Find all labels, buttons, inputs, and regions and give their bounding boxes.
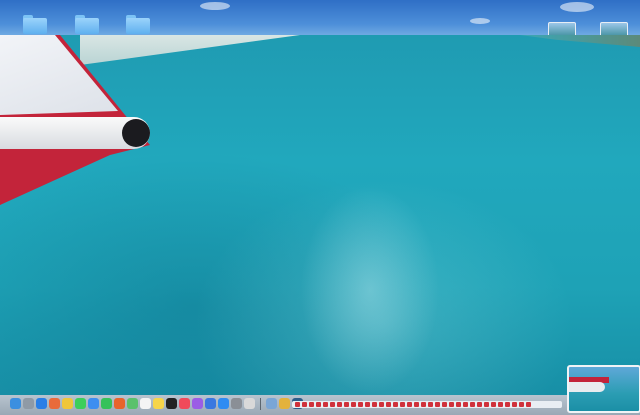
minimized-window-tick[interactable]: [295, 402, 300, 407]
maps-icon[interactable]: [127, 398, 138, 409]
minimized-window-tick[interactable]: [428, 402, 433, 407]
minimized-window-tick[interactable]: [372, 402, 377, 407]
minimized-window-tick[interactable]: [337, 402, 342, 407]
minimized-window-tick[interactable]: [386, 402, 391, 407]
minimized-window-tick[interactable]: [309, 402, 314, 407]
trash-icon[interactable]: [244, 398, 255, 409]
dock-apps: [10, 398, 303, 410]
sand-beach: [80, 35, 300, 65]
folder-body: [75, 18, 99, 34]
messages-icon[interactable]: [75, 398, 86, 409]
minimized-window-tick[interactable]: [491, 402, 496, 407]
chrome-icon[interactable]: [62, 398, 73, 409]
facetime-icon[interactable]: [101, 398, 112, 409]
desktop-folder-icon[interactable]: [126, 15, 150, 34]
cloud: [560, 2, 594, 12]
minimized-window-tick[interactable]: [456, 402, 461, 407]
minimized-window-tick[interactable]: [316, 402, 321, 407]
minimized-window-tick[interactable]: [463, 402, 468, 407]
minimized-window-tick[interactable]: [323, 402, 328, 407]
minimized-window-tick[interactable]: [358, 402, 363, 407]
minimized-window-tick[interactable]: [344, 402, 349, 407]
minimized-window-tick[interactable]: [449, 402, 454, 407]
minimized-window-tick[interactable]: [470, 402, 475, 407]
picture-in-picture-preview[interactable]: [567, 365, 640, 413]
folder-body: [23, 18, 47, 34]
minimized-window-tick[interactable]: [365, 402, 370, 407]
keynote-icon[interactable]: [205, 398, 216, 409]
minimized-window-tick[interactable]: [512, 402, 517, 407]
podcasts-icon[interactable]: [192, 398, 203, 409]
music-icon[interactable]: [179, 398, 190, 409]
finder-icon[interactable]: [10, 398, 21, 409]
star-icon[interactable]: [279, 398, 290, 409]
preview-icon[interactable]: [266, 398, 277, 409]
safari-icon[interactable]: [36, 398, 47, 409]
appletv-icon[interactable]: [166, 398, 177, 409]
minimized-window-tick[interactable]: [498, 402, 503, 407]
mail-icon[interactable]: [88, 398, 99, 409]
photo-viewer-window[interactable]: [0, 35, 640, 395]
wing-strut-tip: [122, 119, 150, 147]
minimized-window-tick[interactable]: [414, 402, 419, 407]
water-reflection: [300, 185, 440, 395]
notes-icon[interactable]: [153, 398, 164, 409]
minimized-window-tick[interactable]: [484, 402, 489, 407]
minimized-window-tick[interactable]: [302, 402, 307, 407]
minimized-window-tick[interactable]: [379, 402, 384, 407]
settings-icon[interactable]: [231, 398, 242, 409]
minimized-window-tick[interactable]: [421, 402, 426, 407]
minimized-window-tick[interactable]: [519, 402, 524, 407]
minimized-window-tick[interactable]: [435, 402, 440, 407]
calendar-icon[interactable]: [140, 398, 151, 409]
appstore-icon[interactable]: [218, 398, 229, 409]
minimized-window-tick[interactable]: [442, 402, 447, 407]
minimized-window-tick[interactable]: [393, 402, 398, 407]
launchpad-icon[interactable]: [23, 398, 34, 409]
desktop-folder-icon[interactable]: [75, 15, 99, 34]
dock: [0, 395, 640, 415]
minimized-window-tick[interactable]: [330, 402, 335, 407]
folder-body: [126, 18, 150, 34]
minimized-window-tick[interactable]: [400, 402, 405, 407]
photos-icon[interactable]: [49, 398, 60, 409]
distant-shoreline: [520, 35, 640, 47]
dock-separator: [260, 398, 261, 410]
dock-minimized-track[interactable]: [292, 401, 562, 408]
minimized-window-tick[interactable]: [526, 402, 531, 407]
cloud: [470, 18, 490, 24]
minimized-window-tick[interactable]: [505, 402, 510, 407]
minimized-window-tick[interactable]: [477, 402, 482, 407]
firefox-icon[interactable]: [114, 398, 125, 409]
minimized-window-tick[interactable]: [351, 402, 356, 407]
minimized-window-tick[interactable]: [407, 402, 412, 407]
preview-wing-white: [569, 382, 605, 392]
desktop-folder-icon[interactable]: [23, 15, 47, 34]
cloud: [200, 2, 230, 10]
